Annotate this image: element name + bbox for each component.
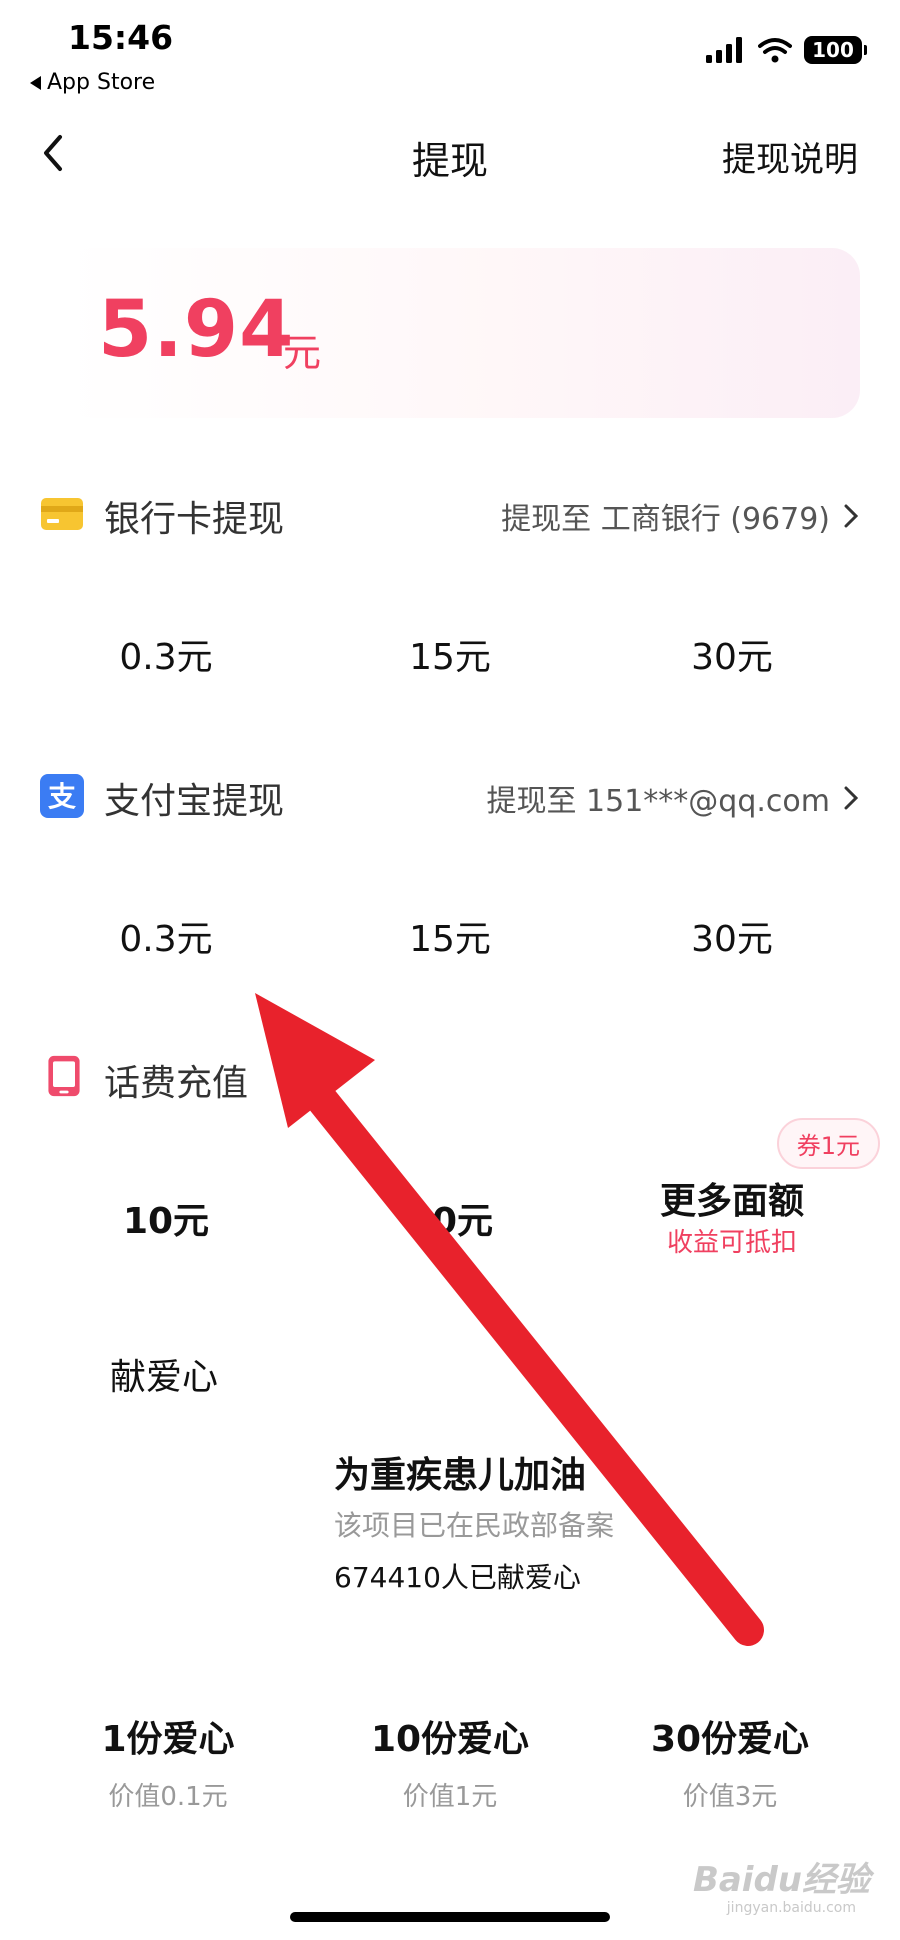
bank-withdraw-title: 银行卡提现: [104, 499, 285, 540]
donate-option-value: 价值3元: [682, 1782, 778, 1812]
donate-title: 献爱心: [110, 1357, 219, 1398]
more-amounts-subtitle: 收益可抵扣: [666, 1228, 797, 1258]
donate-option-30[interactable]: 30份爱心 价值3元: [600, 1710, 860, 1813]
alipay-withdraw-title: 支付宝提现: [104, 781, 285, 822]
bank-option-0-3[interactable]: 0.3元: [56, 628, 276, 680]
donate-option-10[interactable]: 10份爱心 价值1元: [320, 1710, 580, 1813]
svg-text:支: 支: [48, 780, 76, 813]
back-triangle-icon: [30, 75, 41, 90]
status-time: 15:46: [68, 18, 174, 57]
home-indicator[interactable]: [290, 1912, 610, 1922]
chevron-right-icon: [844, 786, 858, 810]
more-amounts-title[interactable]: 更多面额: [622, 1172, 842, 1224]
bank-option-30[interactable]: 30元: [622, 628, 842, 680]
donate-option-value: 价值1元: [402, 1782, 498, 1812]
alipay-option-30[interactable]: 30元: [622, 910, 842, 962]
signal-icon: [706, 37, 742, 63]
project-donor-count: 674410人已献爱心: [334, 1561, 581, 1594]
status-indicators: 100: [706, 36, 867, 64]
wifi-icon: [758, 38, 792, 63]
watermark-url: jingyan.baidu.com: [726, 1900, 856, 1916]
donate-option-title: 10份爱心: [370, 1719, 530, 1760]
phone-icon: [48, 1055, 80, 1097]
withdraw-help-link[interactable]: 提现说明: [722, 132, 858, 181]
phone-recharge-title: 话费充值: [104, 1063, 249, 1104]
bank-card-icon: [41, 498, 83, 530]
project-name[interactable]: 为重疾患儿加油: [334, 1446, 586, 1498]
coupon-badge: 券1元: [776, 1118, 880, 1169]
chevron-right-icon: [844, 504, 858, 528]
phone-option-10[interactable]: 10元: [56, 1192, 276, 1244]
alipay-option-15[interactable]: 15元: [340, 910, 560, 962]
watermark-logo: Baidu经验: [692, 1860, 870, 1900]
bank-destination-selector[interactable]: 提现至 工商银行 (9679): [501, 494, 858, 538]
donate-option-value: 价值0.1元: [108, 1782, 228, 1812]
alipay-icon: 支: [40, 774, 84, 818]
alipay-option-0-3[interactable]: 0.3元: [56, 910, 276, 962]
project-note: 该项目已在民政部备案: [334, 1509, 615, 1542]
alipay-destination-selector[interactable]: 提现至 151***@qq.com: [486, 776, 858, 820]
phone-option-30[interactable]: 30元: [340, 1192, 560, 1244]
bank-option-15[interactable]: 15元: [340, 628, 560, 680]
bank-destination-label: 提现至 工商银行 (9679): [501, 502, 830, 537]
alipay-destination-label: 提现至 151***@qq.com: [486, 784, 831, 819]
donate-option-1[interactable]: 1份爱心 价值0.1元: [38, 1710, 298, 1813]
donate-option-title: 30份爱心: [650, 1719, 810, 1760]
balance-unit: 元: [283, 331, 322, 375]
battery-icon: 100: [804, 36, 867, 64]
back-app-label: App Store: [47, 70, 156, 95]
balance-amount: 5.94: [98, 285, 295, 375]
donate-option-title: 1份爱心: [101, 1719, 235, 1760]
back-to-app-link[interactable]: App Store: [30, 70, 155, 95]
